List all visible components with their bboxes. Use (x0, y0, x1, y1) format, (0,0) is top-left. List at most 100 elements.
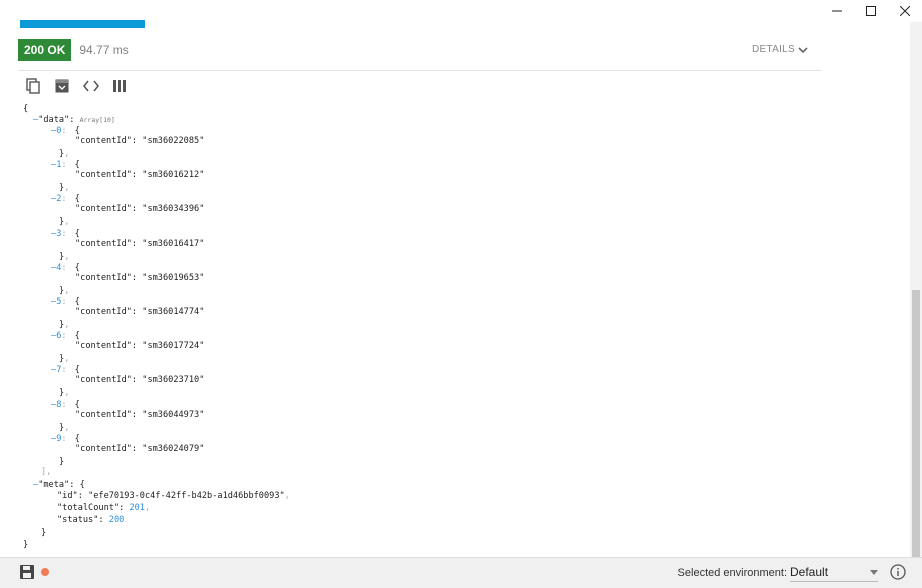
content-id-row: "contentId": "sm36016417" (75, 238, 205, 249)
content-id-value: "sm36016212" (142, 170, 205, 181)
minimize-icon (832, 10, 842, 12)
array-badge: Array[10] (79, 116, 115, 124)
window-controls (820, 0, 922, 22)
meta-close-brace: } (41, 528, 47, 538)
info-button[interactable] (890, 564, 906, 580)
environment-label: Selected environment: (677, 567, 787, 579)
meta-id-value: "efe70193-0c4f-42ff-b42b-a1d46bbf0093" (88, 491, 285, 501)
response-status-row: 200 OK 94.77 ms (18, 39, 129, 61)
data-key: "data" (38, 115, 70, 125)
download-button[interactable] (54, 78, 70, 94)
content-id-row: "contentId": "sm36017724" (75, 341, 205, 352)
content-id-value: "sm36024079" (142, 443, 205, 454)
content-id-value: "sm36022085" (142, 136, 205, 146)
caret-down-icon (870, 569, 878, 575)
content-id-key: "contentId" (75, 238, 132, 249)
raw-view-button[interactable] (83, 78, 99, 94)
close-button[interactable] (888, 0, 922, 22)
content-id-value: "sm36017724" (142, 341, 205, 352)
bottom-bar: Selected environment: Default (0, 557, 922, 588)
array-item-close: }, (59, 217, 70, 228)
unsaved-indicator-dot (41, 568, 49, 576)
content-id-row: "contentId": "sm36044973" (75, 409, 205, 420)
meta-key: "meta" (38, 480, 70, 490)
array-item-close: }, (59, 388, 70, 399)
content-id-key: "contentId" (75, 409, 132, 420)
content-id-value: "sm36034396" (142, 204, 205, 215)
response-toolbar (25, 78, 141, 94)
array-item-4[interactable]: –4:{ (51, 263, 80, 273)
array-close: ], (41, 467, 52, 477)
array-item-1[interactable]: –1:{ (51, 160, 80, 170)
code-icon (83, 80, 99, 92)
content-id-key: "contentId" (75, 272, 132, 283)
save-icon (20, 565, 34, 579)
root-close-brace: } (23, 540, 29, 550)
request-progress-bar (20, 20, 145, 28)
content-id-value: "sm36023710" (142, 375, 205, 386)
divider (18, 70, 821, 71)
content-id-row: "contentId": "sm36034396" (75, 204, 205, 215)
columns-view-button[interactable] (112, 78, 128, 94)
archive-icon (55, 79, 69, 93)
details-toggle[interactable]: DETAILS (752, 44, 808, 55)
array-item-9[interactable]: –9:{ (51, 434, 80, 444)
content-id-row: "contentId": "sm36023710" (75, 375, 205, 386)
array-item-close: } (59, 456, 65, 467)
array-item-5[interactable]: –5:{ (51, 297, 80, 307)
content-id-value: "sm36016417" (142, 238, 205, 249)
content-id-key: "contentId" (75, 136, 132, 146)
details-label: DETAILS (751, 44, 795, 55)
maximize-icon (866, 6, 876, 16)
columns-icon (113, 80, 126, 92)
content-id-row: "contentId": "sm36022085" (75, 136, 205, 146)
content-id-value: "sm36044973" (142, 409, 205, 420)
array-item-close: }, (59, 149, 70, 159)
maximize-button[interactable] (854, 0, 888, 22)
array-item-6[interactable]: –6:{ (51, 331, 80, 341)
meta-id-row: "id": "efe70193-0c4f-42ff-b42b-a1d46bbf0… (57, 491, 290, 501)
array-item-close: }, (59, 183, 70, 194)
close-icon (900, 6, 910, 16)
content-id-row: "contentId": "sm36019653" (75, 272, 205, 283)
array-item-7[interactable]: –7:{ (51, 365, 80, 375)
status-badge: 200 OK (18, 39, 72, 61)
response-time: 94.77 ms (79, 43, 129, 57)
content-id-key: "contentId" (75, 443, 132, 454)
content-id-value: "sm36014774" (142, 307, 205, 317)
data-node[interactable]: –"data": Array[10] (33, 115, 115, 125)
content-id-key: "contentId" (75, 341, 132, 352)
content-id-value: "sm36019653" (142, 272, 205, 283)
environment-value: Default (790, 565, 829, 579)
array-item-close: }, (59, 354, 70, 365)
meta-totalcount-value: 201 (129, 503, 145, 513)
content-id-key: "contentId" (75, 204, 132, 215)
array-item-3[interactable]: –3:{ (51, 229, 80, 239)
meta-status-value: 200 (108, 515, 125, 525)
copy-button[interactable] (25, 78, 41, 94)
root-open-brace: { (23, 104, 29, 114)
minimize-button[interactable] (820, 0, 854, 22)
content-id-row: "contentId": "sm36024079" (75, 443, 205, 454)
meta-totalcount-row: "totalCount": 201, (57, 503, 151, 513)
content-id-key: "contentId" (75, 375, 132, 386)
meta-node[interactable]: –"meta": { (33, 480, 85, 490)
scrollbar-thumb[interactable] (912, 290, 920, 560)
content-id-row: "contentId": "sm36014774" (75, 307, 205, 317)
array-item-close: }, (59, 251, 70, 262)
environment-select[interactable]: Default (790, 563, 878, 582)
chevron-down-icon (798, 46, 808, 53)
array-item-close: }, (59, 320, 70, 330)
array-item-8[interactable]: –8:{ (51, 400, 80, 410)
array-item-close: }, (59, 285, 70, 296)
content-id-row: "contentId": "sm36016212" (75, 170, 205, 181)
content-id-key: "contentId" (75, 170, 132, 181)
array-item-0[interactable]: –0:{ (51, 126, 80, 136)
content-id-key: "contentId" (75, 307, 132, 317)
array-item-close: }, (59, 422, 70, 433)
copy-icon (26, 78, 40, 94)
save-button[interactable] (20, 565, 34, 584)
info-icon (890, 564, 906, 580)
meta-status-row: "status": 200 (57, 515, 125, 525)
array-item-2[interactable]: –2:{ (51, 194, 80, 204)
